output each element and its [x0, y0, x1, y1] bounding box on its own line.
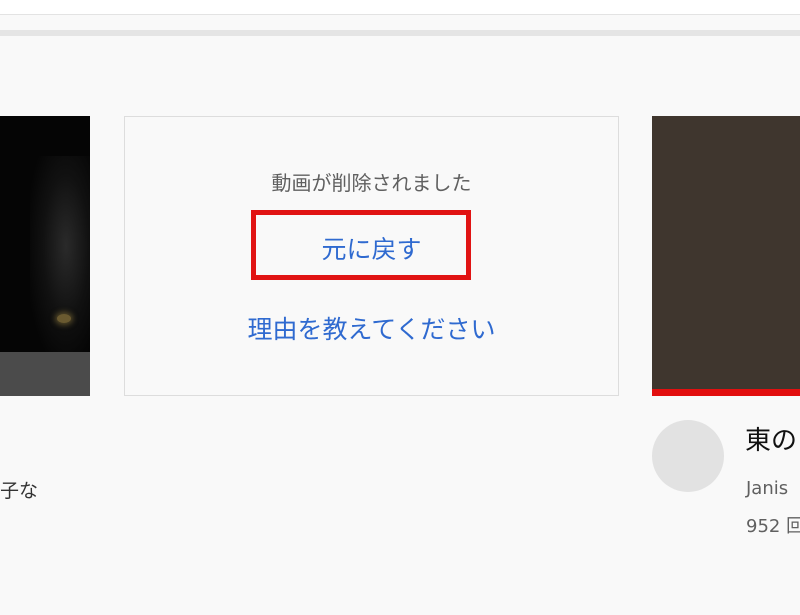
view-count-right: 952 回 [746, 516, 800, 537]
removed-message: 動画が削除されました [271, 171, 472, 195]
section-divider [0, 30, 800, 36]
tell-us-why-link[interactable]: 理由を教えてください [125, 310, 618, 346]
thumbnail-lamp [57, 314, 71, 323]
undo-link[interactable]: 元に戻す [125, 230, 618, 266]
video-thumbnail-left[interactable] [0, 116, 90, 396]
video-thumbnail-right[interactable] [652, 116, 800, 396]
channel-avatar[interactable] [652, 420, 724, 492]
watch-progress-bar [652, 389, 800, 396]
video-title-left[interactable]: 子な [0, 476, 38, 503]
top-bar [0, 0, 800, 15]
thumbnail-scene [30, 156, 90, 356]
channel-name-right[interactable]: Janis [746, 478, 788, 499]
thumbnail-bottom-band [0, 352, 90, 396]
removed-video-card: 動画が削除されました 元に戻す 理由を教えてください [124, 116, 619, 396]
video-title-right[interactable]: 東の [745, 420, 797, 457]
